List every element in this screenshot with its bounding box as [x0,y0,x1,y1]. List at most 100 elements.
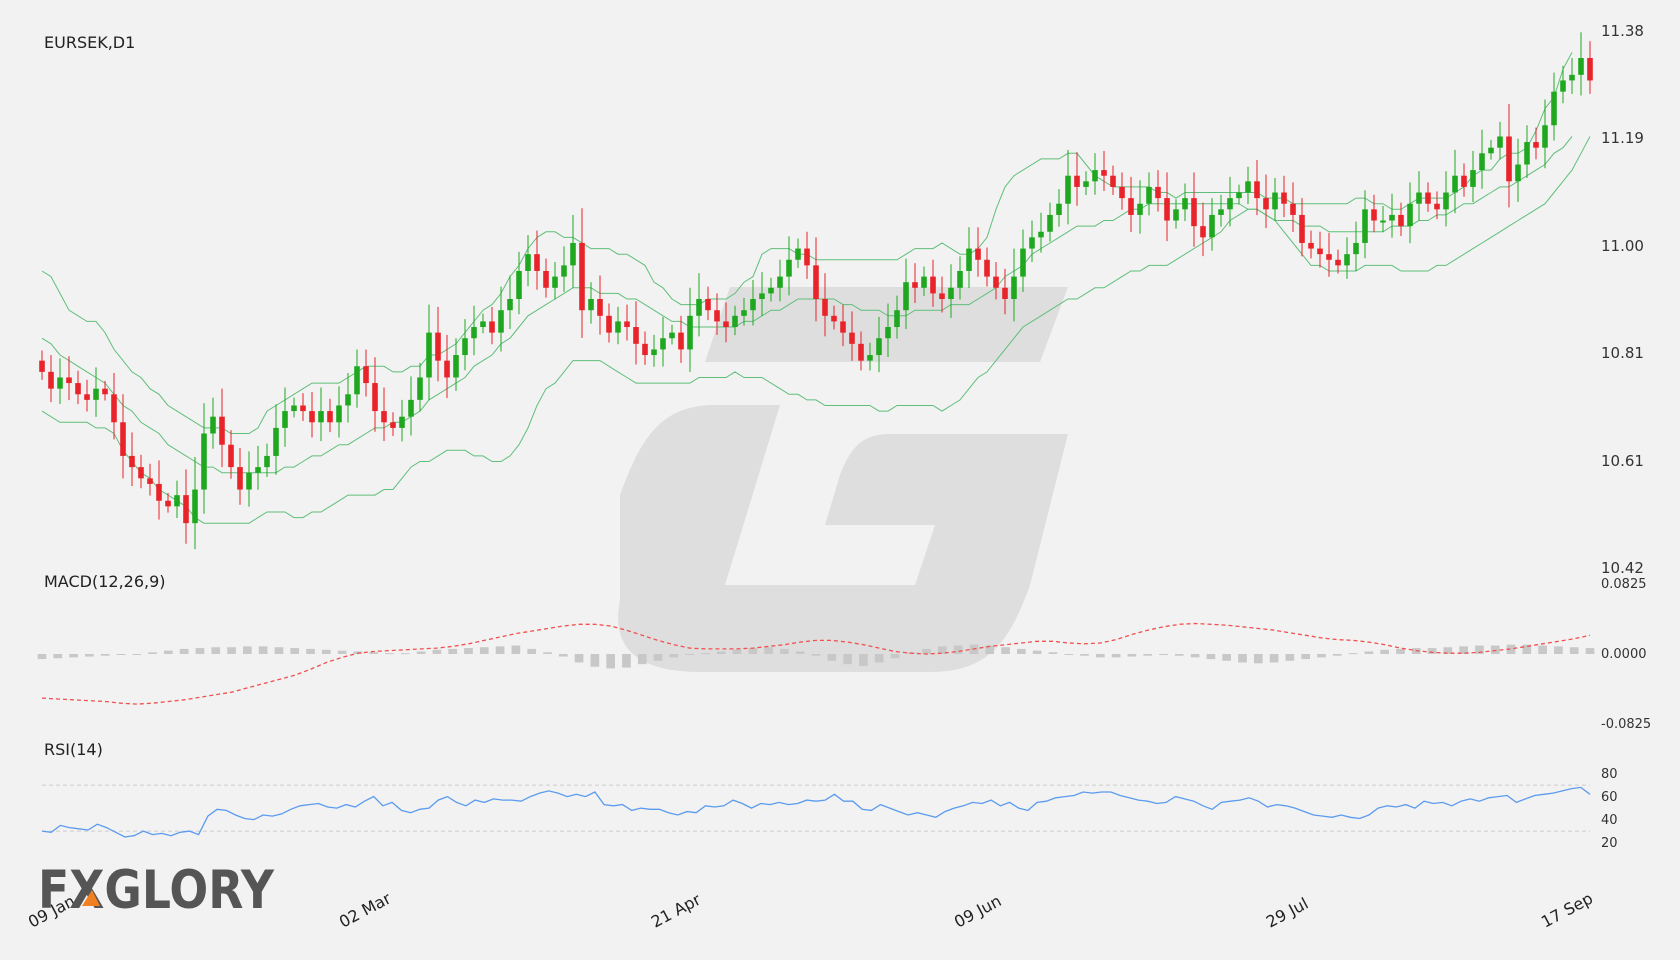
candle [381,387,387,442]
candle [435,306,441,382]
price-tick-4: 10.81 [1601,344,1644,362]
candle-body [291,405,297,412]
candle [1470,151,1476,203]
fxglory-logo: FXGLORY [38,860,275,918]
candle [1182,183,1188,221]
macd-histogram-bar [685,654,694,655]
candle [1272,177,1278,221]
candle-body [1173,209,1179,221]
macd-histogram-bar [164,650,173,654]
macd-histogram-bar [1174,654,1184,656]
candle-body [1020,248,1026,277]
candle-body [831,315,837,322]
candle [309,392,315,438]
macd-histogram-bar [558,654,568,657]
macd-title: MACD(12,26,9) [44,572,166,591]
candle-body [759,293,765,299]
candle-body [1542,125,1548,148]
candle [84,379,90,412]
candle [399,399,405,442]
candle-body [696,299,702,316]
candle [1443,171,1449,227]
macd-histogram-bar [716,651,726,654]
candle [147,463,153,496]
candle-body [768,287,774,294]
candle-body [1038,231,1044,238]
candle-body [300,405,306,412]
candle [1281,175,1287,218]
macd-histogram-bar [1017,648,1026,654]
candle [228,430,234,479]
macd-histogram-bar [211,647,221,654]
macd-histogram-bar [1159,654,1168,655]
candle-body [156,483,162,501]
candle-body [1263,198,1269,210]
macd-histogram-bar [1080,654,1089,656]
rsi-tick-40: 40 [1601,813,1618,828]
candle-body [1272,192,1278,210]
macd-histogram-bar [1190,654,1200,658]
macd-histogram-bar [574,654,584,663]
macd-histogram-bar [1285,654,1295,661]
candle-body [84,394,90,400]
candle [1299,198,1305,257]
candle-body [120,422,126,456]
rsi-tick-60: 60 [1601,790,1618,805]
candle [1533,127,1539,160]
candle-body [1506,136,1512,182]
candle [597,275,603,335]
candle-body [498,310,504,333]
candle [660,316,666,367]
macd-histogram-bar [811,654,821,656]
candle-body [48,371,54,389]
macd-histogram-bar [1317,654,1326,658]
candle-body [246,472,252,490]
candle-body [1290,203,1296,215]
candle-body [1587,58,1593,81]
candle-body [354,366,360,395]
macd-histogram-bar [1095,654,1105,658]
candle [1245,166,1251,205]
logo-wordmark: FXGLORY [38,860,275,918]
candle [1254,160,1260,216]
macd-histogram-bar [859,654,868,666]
candle-body [1056,203,1062,215]
candle-body [1488,147,1494,154]
candle-body [1137,203,1143,215]
price-tick-3: 11.00 [1601,237,1644,255]
macd-histogram-bar [1222,654,1232,661]
candle-body [1479,153,1485,171]
macd-histogram-bar [1585,648,1595,654]
candle [237,448,243,505]
candle [354,349,360,408]
candle [1290,182,1296,232]
candle-body [1335,259,1341,266]
candle-body [552,276,558,288]
candle [1155,170,1161,212]
candle-body [975,248,981,260]
candle [1083,171,1089,195]
candle [327,398,333,433]
candle-body [381,411,387,423]
candle-body [489,321,495,333]
candle [462,319,468,371]
candle [444,334,450,399]
candle-body [1236,192,1242,199]
macd-histogram-bar [748,648,758,654]
candle [624,304,630,341]
candle-body [183,495,189,524]
macd-histogram-bar [622,654,631,668]
candle-body [822,299,828,316]
candle [1497,121,1503,160]
candle [1506,103,1512,208]
candle-body [1380,220,1386,223]
macd-histogram-bar [479,647,489,654]
candle [156,460,162,520]
macd-histogram-bar [1427,648,1437,654]
candle-body [561,265,567,277]
macd-histogram-bar [53,654,63,659]
macd-histogram-bar [69,654,78,658]
candle [1416,171,1422,221]
candle [1353,221,1359,272]
candle-body [336,405,342,423]
